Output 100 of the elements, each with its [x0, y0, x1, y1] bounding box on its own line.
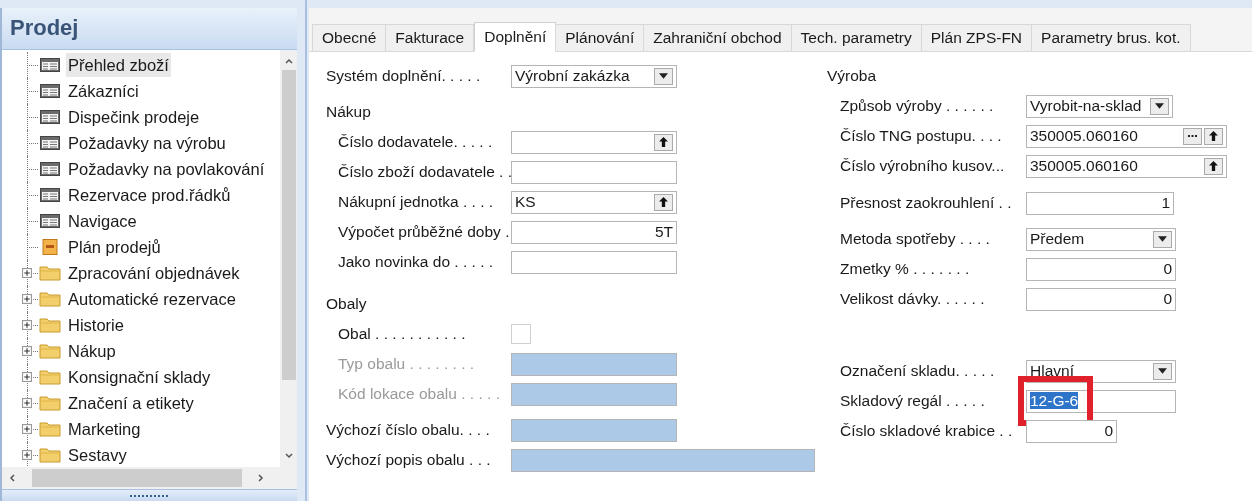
tree-item[interactable]: Přehled zboží — [66, 52, 171, 78]
checkbox[interactable] — [511, 324, 531, 344]
field-label: Systém doplnění. . . . . — [326, 67, 481, 84]
input-field[interactable]: KS — [511, 190, 677, 214]
tree-item[interactable]: Plán prodejů — [66, 234, 163, 260]
tree-item[interactable]: Značení a etikety — [66, 390, 196, 416]
dropdown-caret-icon — [1155, 103, 1164, 109]
tree-item[interactable]: Sestavy — [66, 442, 129, 467]
scroll-thumb[interactable] — [32, 469, 242, 487]
tab[interactable]: Plánování — [555, 24, 645, 51]
tree-item[interactable]: Rezervace prod.řádků — [66, 182, 233, 208]
tree-item[interactable]: Zákazníci — [66, 78, 141, 104]
vertical-scrollbar[interactable] — [280, 50, 297, 467]
tree-item[interactable]: Navigace — [66, 208, 139, 234]
assist-button[interactable] — [1183, 127, 1202, 145]
dropdown-button[interactable] — [654, 67, 673, 85]
pane-title: Prodej — [2, 8, 297, 50]
input-field[interactable]: 0 — [1026, 257, 1176, 281]
tab[interactable]: Tech. parametry — [790, 24, 922, 51]
tree-item[interactable]: Požadavky na povlakování — [66, 156, 267, 182]
input-field[interactable] — [511, 250, 677, 274]
field-label: Skladový regál . . . . . — [840, 392, 985, 409]
folder-icon — [39, 291, 61, 307]
expand-toggle-icon[interactable] — [22, 346, 32, 356]
field-label: Typ obalu . . . . . . . . — [338, 355, 475, 372]
tab[interactable]: Fakturace — [385, 24, 475, 51]
dropdown[interactable]: Předem — [1026, 227, 1176, 251]
folder-icon — [39, 395, 61, 411]
tree-item[interactable]: Zpracování objednávek — [66, 260, 242, 286]
dropdown-caret-icon — [659, 73, 668, 79]
form-icon — [40, 162, 60, 176]
folder-icon — [39, 447, 61, 463]
field-label: Výpočet průběžné doby . — [338, 223, 510, 240]
tree-item[interactable]: Marketing — [66, 416, 143, 442]
expand-toggle-icon[interactable] — [22, 294, 32, 304]
input-field[interactable]: 12-G-6 — [1026, 389, 1176, 413]
dropdown-button[interactable] — [1153, 362, 1172, 380]
horizontal-scrollbar[interactable] — [2, 467, 297, 489]
input-field[interactable] — [511, 160, 677, 184]
input-field[interactable] — [511, 448, 815, 472]
field-label: Číslo TNG postupu. . . . — [840, 127, 1002, 144]
expand-toggle-icon[interactable] — [22, 268, 32, 278]
tree-item[interactable]: Automatické rezervace — [66, 286, 238, 312]
expand-toggle-icon[interactable] — [22, 398, 32, 408]
tree-item[interactable]: Historie — [66, 312, 126, 338]
field-label: Nákupní jednotka . . . . — [338, 193, 494, 210]
section-heading: Nákup — [326, 102, 372, 122]
scroll-thumb[interactable] — [281, 70, 296, 380]
report-icon — [42, 239, 58, 255]
dropdown-button[interactable] — [1150, 97, 1169, 115]
field-label: Číslo dodavatele. . . . . — [338, 133, 493, 150]
tab[interactable]: Obecné — [312, 24, 387, 51]
field-label: Označení skladu. . . . . — [840, 362, 995, 379]
input-field[interactable]: 1 — [1026, 191, 1174, 215]
input-field[interactable]: 0 — [1026, 287, 1176, 311]
expand-toggle-icon[interactable] — [22, 320, 32, 330]
field-label: Způsob výroby . . . . . . — [840, 97, 994, 114]
up-arrow-icon — [1209, 131, 1218, 141]
input-field[interactable]: 0 — [1026, 419, 1117, 443]
form-icon — [40, 58, 60, 72]
lookup-button[interactable] — [654, 193, 673, 211]
expand-toggle-icon[interactable] — [22, 450, 32, 460]
input-field[interactable]: 350005.060160 — [1026, 154, 1227, 178]
lookup-button[interactable] — [654, 133, 673, 151]
tab[interactable]: Doplnění — [474, 22, 557, 52]
form-icon — [40, 84, 60, 98]
field-label: Číslo zboží dodavatele . . — [338, 163, 513, 180]
dropdown[interactable]: Výrobní zakázka — [511, 64, 677, 88]
tree-item[interactable]: Nákup — [66, 338, 118, 364]
tree-item[interactable]: Požadavky na výrobu — [66, 130, 228, 156]
field-label: Výchozí popis obalu . . . — [326, 451, 491, 468]
tree-item[interactable]: Konsignační sklady — [66, 364, 213, 390]
field-label: Jako novinka do . . . . . — [338, 253, 494, 270]
input-field[interactable]: 350005.060160 — [1026, 124, 1227, 148]
folder-icon — [39, 369, 61, 385]
folder-icon — [39, 317, 61, 333]
tab[interactable]: Plán ZPS-FN — [920, 24, 1033, 51]
tab[interactable]: Zahraniční obchod — [643, 24, 792, 51]
form-icon — [40, 136, 60, 150]
section-heading: Obaly — [326, 294, 368, 314]
field-label: Číslo výrobního kusov... — [840, 157, 1005, 174]
field-label: Metoda spotřeby . . . . — [840, 230, 990, 247]
dropdown-caret-icon — [1158, 368, 1167, 374]
lookup-button[interactable] — [1204, 127, 1223, 145]
input-field[interactable] — [511, 418, 677, 442]
lookup-button[interactable] — [1204, 157, 1223, 175]
expand-toggle-icon[interactable] — [22, 424, 32, 434]
expand-toggle-icon[interactable] — [22, 372, 32, 382]
resize-grip-icon[interactable] — [129, 493, 170, 498]
up-arrow-icon — [659, 137, 668, 147]
folder-icon — [39, 265, 61, 281]
section-heading: Výroba — [827, 66, 878, 86]
field-label: Velikost dávky. . . . . . — [840, 290, 985, 307]
dropdown[interactable]: Vyrobit-na-sklad — [1026, 94, 1173, 118]
dropdown-button[interactable] — [1153, 230, 1172, 248]
tab[interactable]: Parametry brus. kot. — [1031, 24, 1191, 51]
input-field[interactable] — [511, 130, 677, 154]
tree-item[interactable]: Dispečink prodeje — [66, 104, 202, 130]
form-icon — [40, 188, 60, 202]
input-field[interactable]: 5T — [511, 220, 677, 244]
